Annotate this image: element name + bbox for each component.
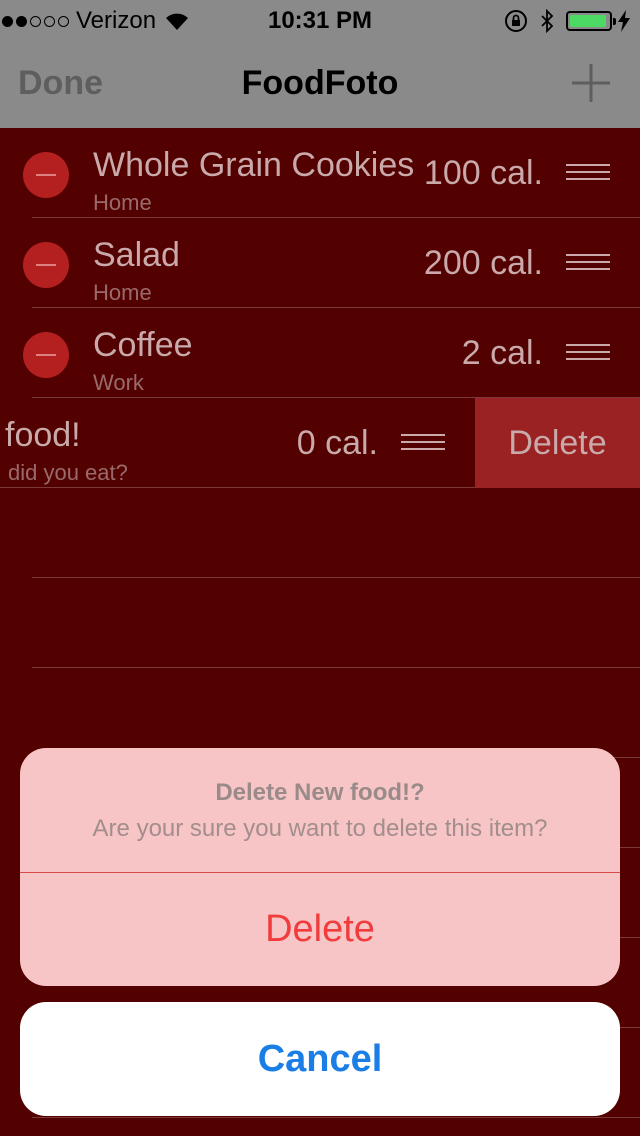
plus-icon[interactable]	[570, 62, 612, 104]
food-place: Home	[93, 190, 152, 215]
reorder-handle-icon[interactable]	[401, 434, 445, 450]
done-button[interactable]: Done	[18, 64, 103, 103]
battery-nub	[613, 18, 616, 25]
food-row[interactable]: Whole Grain Cookies Home 100 cal.	[0, 128, 640, 218]
food-calories: 200 cal.	[423, 244, 543, 282]
battery-icon	[566, 11, 616, 31]
navigation-bar: Done FoodFoto	[0, 40, 640, 128]
bluetooth-icon	[541, 9, 554, 33]
food-place: did you eat?	[8, 460, 128, 485]
delete-minus-button[interactable]	[23, 332, 69, 378]
food-calories: 100 cal.	[423, 154, 543, 192]
reorder-handle-icon[interactable]	[566, 164, 610, 180]
delete-minus-button[interactable]	[23, 152, 69, 198]
food-place: Work	[93, 370, 144, 395]
rotation-lock-icon	[505, 10, 527, 32]
charging-bolt-icon	[618, 10, 630, 32]
swipe-delete-button[interactable]: Delete	[475, 398, 640, 488]
cancel-button[interactable]: Cancel	[20, 1002, 620, 1116]
food-name: food!	[5, 416, 81, 454]
food-row[interactable]: Salad Home 200 cal.	[0, 218, 640, 308]
food-calories: 2 cal.	[461, 334, 543, 372]
battery-level-fill	[570, 15, 606, 27]
action-sheet-message: Are your sure you want to delete this it…	[92, 815, 548, 842]
action-sheet: Delete New food!? Are your sure you want…	[20, 748, 620, 986]
food-row[interactable]: Coffee Work 2 cal.	[0, 308, 640, 398]
status-right	[504, 6, 630, 36]
delete-minus-button[interactable]	[23, 242, 69, 288]
status-bar: Verizon 10:31 PM	[0, 0, 640, 40]
action-sheet-title: Delete New food!?	[215, 779, 425, 806]
food-name: Salad	[93, 236, 180, 274]
row-separator	[32, 577, 640, 578]
row-separator	[32, 1117, 640, 1118]
food-row-swiped[interactable]: food! did you eat? 0 cal. Delete	[0, 398, 640, 488]
food-place: Home	[93, 280, 152, 305]
row-separator	[32, 667, 640, 668]
food-name: Whole Grain Cookies	[93, 146, 415, 184]
food-name: Coffee	[93, 326, 193, 364]
reorder-handle-icon[interactable]	[566, 254, 610, 270]
reorder-handle-icon[interactable]	[566, 344, 610, 360]
confirm-delete-button[interactable]: Delete	[20, 873, 620, 986]
food-calories: 0 cal.	[296, 424, 378, 462]
row-separator	[0, 487, 475, 488]
